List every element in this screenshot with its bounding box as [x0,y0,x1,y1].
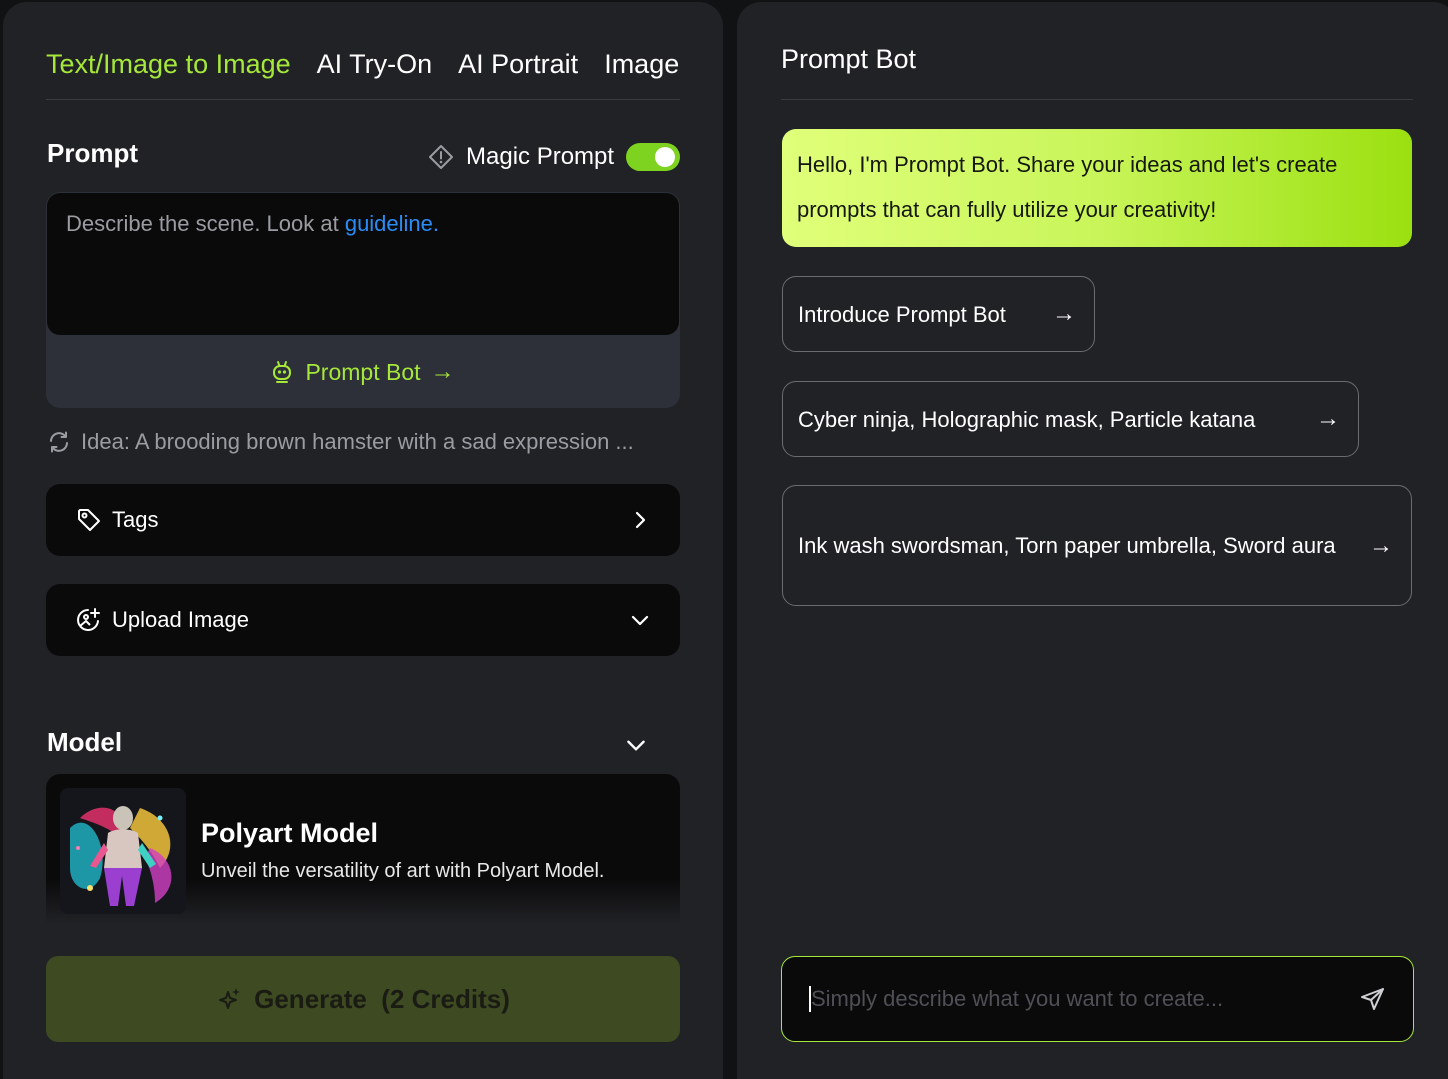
arrow-right-icon: → [1052,300,1076,327]
tab-ai-try-on[interactable]: AI Try-On [317,42,433,86]
generate-button[interactable]: Generate (2 Credits) [46,956,680,1042]
bot-greeting-message: Hello, I'm Prompt Bot. Share your ideas … [782,129,1412,247]
prompt-placeholder: Describe the scene. Look at [66,211,345,236]
model-heading: Model [47,727,123,757]
suggestion-introduce-prompt-bot[interactable]: Introduce Prompt Bot → [782,276,1095,352]
magic-prompt-control: Magic Prompt [428,140,681,174]
model-thumbnail [60,788,186,914]
tab-image-to-video[interactable]: Image to Video [604,42,680,86]
model-card[interactable]: Polyart Model Unveil the versatility of … [46,774,680,924]
prompt-box: Describe the scene. Look at guideline. P… [46,192,680,408]
prompt-textarea[interactable]: Describe the scene. Look at guideline. [47,193,679,335]
prompt-bot-title: Prompt Bot [781,44,917,74]
suggestion-text: Cyber ninja, Holographic mask, Particle … [798,406,1256,432]
send-icon[interactable] [1359,985,1387,1013]
upload-image-label: Upload Image [112,607,249,632]
arrow-right-icon: → [1316,405,1340,432]
arrow-right-icon: → [1369,531,1393,559]
sparkle-icon [219,988,241,1009]
guideline-link[interactable]: guideline. [345,211,439,236]
suggestion-cyber-ninja[interactable]: Cyber ninja, Holographic mask, Particle … [782,381,1359,457]
tag-icon [78,509,100,531]
left-panel: Text/Image to Image AI Try-On AI Portrait I… [3,2,723,1079]
model-description: Unveil the versatility of art with Polya… [201,860,605,882]
model-name: Polyart Model [201,818,379,848]
chat-input[interactable] [809,986,1359,1012]
prompt-heading: Prompt [47,138,138,168]
upload-image-accordion[interactable]: Upload Image [46,584,680,656]
chevron-down-icon [631,615,649,626]
arrow-right-icon: → [430,358,455,385]
suggestion-text: Ink wash swordsman, Torn paper umbrella,… [798,533,1336,558]
generate-label: Generate (2 Credits) [254,983,510,1014]
prompt-bot-button[interactable]: Prompt Bot → [46,336,680,408]
divider [781,99,1413,100]
mode-tabs: Text/Image to Image AI Try-On AI Portrait I… [46,42,680,100]
prompt-bot-label: Prompt Bot [305,358,421,385]
suggestion-ink-wash-swordsman[interactable]: Ink wash swordsman, Torn paper umbrella,… [782,485,1412,606]
tab-ai-portrait[interactable]: AI Portrait [458,42,578,86]
refresh-icon[interactable] [47,430,71,454]
toggle-knob [655,147,676,167]
idea-text: Idea: A brooding brown hamster with a sa… [81,429,634,454]
magic-prompt-label: Magic Prompt [466,143,615,170]
robot-icon [273,361,292,383]
idea-suggestion[interactable]: Idea: A brooding brown hamster with a sa… [47,426,687,458]
chat-input-box [781,956,1414,1042]
magic-prompt-toggle[interactable] [626,143,681,171]
prompt-bot-panel: Prompt Bot Hello, I'm Prompt Bot. Share … [737,2,1448,1079]
tags-label: Tags [112,507,159,532]
suggestion-text: Introduce Prompt Bot [798,301,1006,327]
model-chevron-down-icon[interactable] [623,732,649,758]
info-diamond-icon[interactable] [428,144,454,170]
tab-text-image-to-image[interactable]: Text/Image to Image [46,42,291,86]
image-upload-icon [77,608,100,631]
chevron-right-icon [635,511,646,529]
tags-accordion[interactable]: Tags [46,484,680,556]
